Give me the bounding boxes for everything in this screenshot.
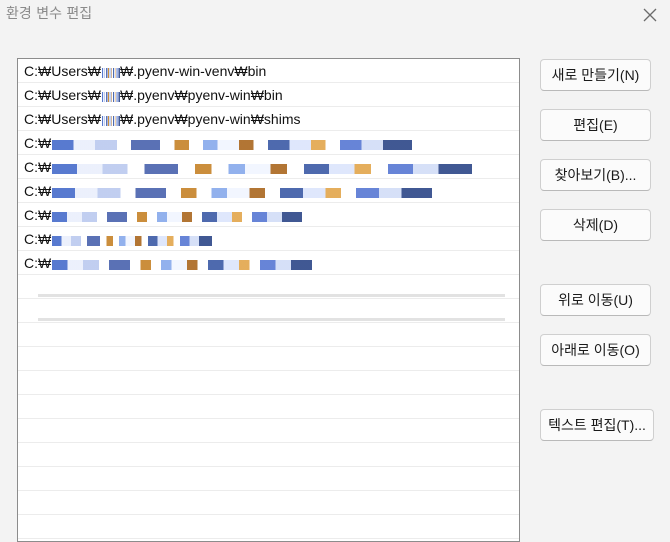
delete-button[interactable]: 삭제(D): [540, 209, 651, 241]
list-item-empty[interactable]: [18, 299, 519, 323]
redacted-text: [52, 235, 213, 246]
move-up-button[interactable]: 위로 이동(U): [540, 284, 651, 316]
list-item[interactable]: C:₩: [18, 131, 519, 155]
list-item-empty[interactable]: [18, 491, 519, 515]
window-title: 환경 변수 편집: [6, 6, 93, 22]
title-bar: 환경 변수 편집: [0, 0, 670, 30]
redacted-text: [52, 139, 413, 150]
list-item-prefix: C:₩: [24, 255, 52, 271]
path-list[interactable]: C:₩Users₩ ₩.pyenv-win-venv₩bin C:₩Users₩ ₩…: [17, 58, 520, 542]
list-item[interactable]: C:₩: [18, 155, 519, 179]
list-item-prefix: C:₩: [24, 183, 52, 199]
list-item-prefix: C:₩: [24, 159, 52, 175]
redacted-text: [102, 115, 120, 126]
list-item-prefix: C:₩Users₩: [24, 111, 101, 127]
list-item-prefix: C:₩: [24, 207, 52, 223]
list-item-empty[interactable]: [18, 323, 519, 347]
list-item[interactable]: C:₩: [18, 203, 519, 227]
redacted-text: [52, 163, 473, 174]
list-item-empty[interactable]: [18, 467, 519, 491]
list-item[interactable]: C:₩Users₩ ₩.pyenv₩pyenv-win₩bin: [18, 83, 519, 107]
close-icon: [643, 8, 657, 22]
redacted-text: [52, 187, 433, 198]
new-button[interactable]: 새로 만들기(N): [540, 59, 651, 91]
list-item[interactable]: C:₩: [18, 179, 519, 203]
edit-text-button[interactable]: 텍스트 편집(T)...: [540, 409, 654, 441]
redacted-text: [52, 259, 313, 270]
edit-button[interactable]: 편집(E): [540, 109, 651, 141]
list-item-empty[interactable]: [18, 515, 519, 539]
list-item-empty[interactable]: [18, 371, 519, 395]
redacted-text: [102, 67, 120, 78]
close-button[interactable]: [630, 0, 670, 30]
list-item-prefix: C:₩: [24, 135, 52, 151]
list-item-prefix: C:₩: [24, 231, 52, 247]
list-item-suffix: ₩.pyenv-win-venv₩bin: [120, 63, 267, 79]
list-item-empty[interactable]: [18, 419, 519, 443]
list-item-prefix: C:₩Users₩: [24, 87, 101, 103]
list-item[interactable]: C:₩: [18, 251, 519, 275]
list-item-suffix: ₩.pyenv₩pyenv-win₩bin: [120, 87, 283, 103]
list-item-empty[interactable]: [18, 443, 519, 467]
redacted-text: [52, 211, 303, 222]
browse-button[interactable]: 찾아보기(B)...: [540, 159, 651, 191]
redacted-text: [102, 91, 120, 102]
list-item-empty[interactable]: [18, 275, 519, 299]
list-item-empty[interactable]: [18, 395, 519, 419]
list-item[interactable]: C:₩: [18, 227, 519, 251]
list-item-prefix: C:₩Users₩: [24, 63, 101, 79]
list-item-empty[interactable]: [18, 347, 519, 371]
move-down-button[interactable]: 아래로 이동(O): [540, 334, 651, 366]
list-item-suffix: ₩.pyenv₩pyenv-win₩shims: [120, 111, 301, 127]
list-item[interactable]: C:₩Users₩ ₩.pyenv-win-venv₩bin: [18, 59, 519, 83]
list-item[interactable]: C:₩Users₩ ₩.pyenv₩pyenv-win₩shims: [18, 107, 519, 131]
